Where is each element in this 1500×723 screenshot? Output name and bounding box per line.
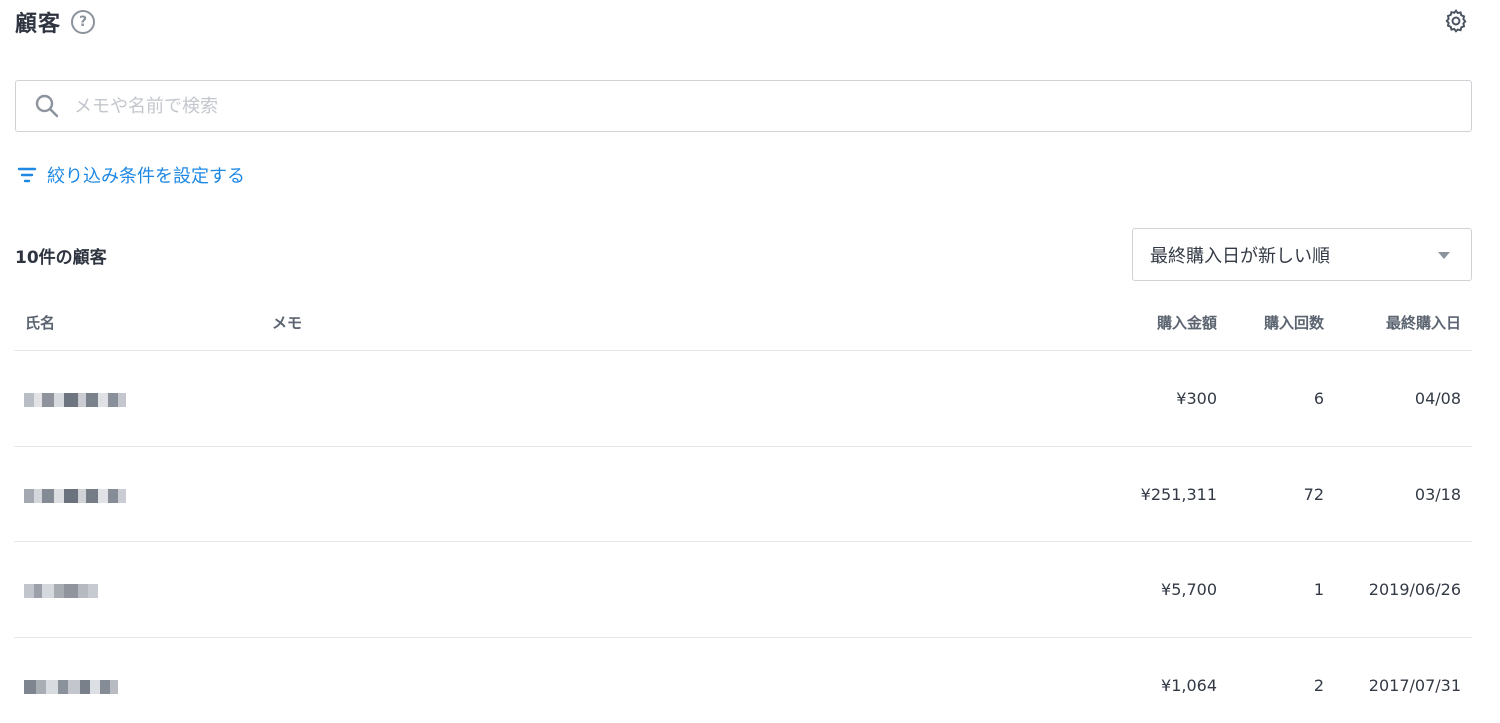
page-title: 顧客 xyxy=(15,12,62,37)
last-purchase-date: 03/18 xyxy=(1414,484,1461,504)
customer-name-redacted xyxy=(24,485,126,507)
purchase-count: 2 xyxy=(1313,675,1324,695)
purchase-count: 72 xyxy=(1303,484,1324,504)
page-header: 顧客 ? xyxy=(15,6,96,38)
purchase-amount: ¥300 xyxy=(1176,389,1217,408)
customer-name-redacted xyxy=(24,580,98,602)
sort-selected-value: 最終購入日が新しい順 xyxy=(1150,245,1330,267)
table-row[interactable]: ¥5,700 1 2019/06/26 xyxy=(14,542,1472,638)
purchase-amount: ¥5,700 xyxy=(1161,580,1217,599)
table-row[interactable]: ¥1,064 2 2017/07/31 xyxy=(14,638,1472,723)
purchase-count: 1 xyxy=(1313,580,1324,599)
customers-table: 氏名 メモ 購入金額 購入回数 最終購入日 ¥300 6 04/08 ¥251,… xyxy=(14,300,1472,723)
purchase-amount: ¥251,311 xyxy=(1140,484,1217,504)
table-header: 氏名 メモ 購入金額 購入回数 最終購入日 xyxy=(14,300,1472,351)
table-row[interactable]: ¥251,311 72 03/18 xyxy=(14,447,1472,542)
customer-name-redacted xyxy=(24,389,126,411)
help-circle-icon[interactable]: ? xyxy=(71,10,96,34)
column-header-last-purchase[interactable]: 最終購入日 xyxy=(1386,312,1461,333)
filter-icon xyxy=(17,167,37,183)
search-input[interactable] xyxy=(74,81,1471,131)
table-row[interactable]: ¥300 6 04/08 xyxy=(14,351,1472,447)
filter-settings-link[interactable]: 絞り込み条件を設定する xyxy=(17,162,245,188)
customer-name-redacted xyxy=(24,676,118,698)
purchase-amount: ¥1,064 xyxy=(1161,675,1217,695)
sort-select[interactable]: 最終購入日が新しい順 xyxy=(1132,228,1472,281)
column-header-count[interactable]: 購入回数 xyxy=(1264,312,1324,333)
search-box[interactable] xyxy=(15,80,1472,132)
column-header-amount[interactable]: 購入金額 xyxy=(1157,312,1217,333)
gear-icon[interactable] xyxy=(1443,8,1469,34)
last-purchase-date: 2019/06/26 xyxy=(1368,580,1461,599)
search-icon xyxy=(35,94,59,118)
result-count: 10件の顧客 xyxy=(15,248,107,268)
customers-page: 顧客 ? 絞り込み条件を設定する 10件の顧客 最終購入日が新しい順 氏名 メモ… xyxy=(0,0,1500,723)
purchase-count: 6 xyxy=(1313,389,1324,408)
last-purchase-date: 2017/07/31 xyxy=(1368,675,1461,695)
last-purchase-date: 04/08 xyxy=(1414,389,1461,408)
chevron-down-icon xyxy=(1438,252,1450,259)
column-header-name[interactable]: 氏名 xyxy=(25,312,55,333)
column-header-memo[interactable]: メモ xyxy=(272,312,302,333)
filter-settings-label: 絞り込み条件を設定する xyxy=(47,166,245,187)
